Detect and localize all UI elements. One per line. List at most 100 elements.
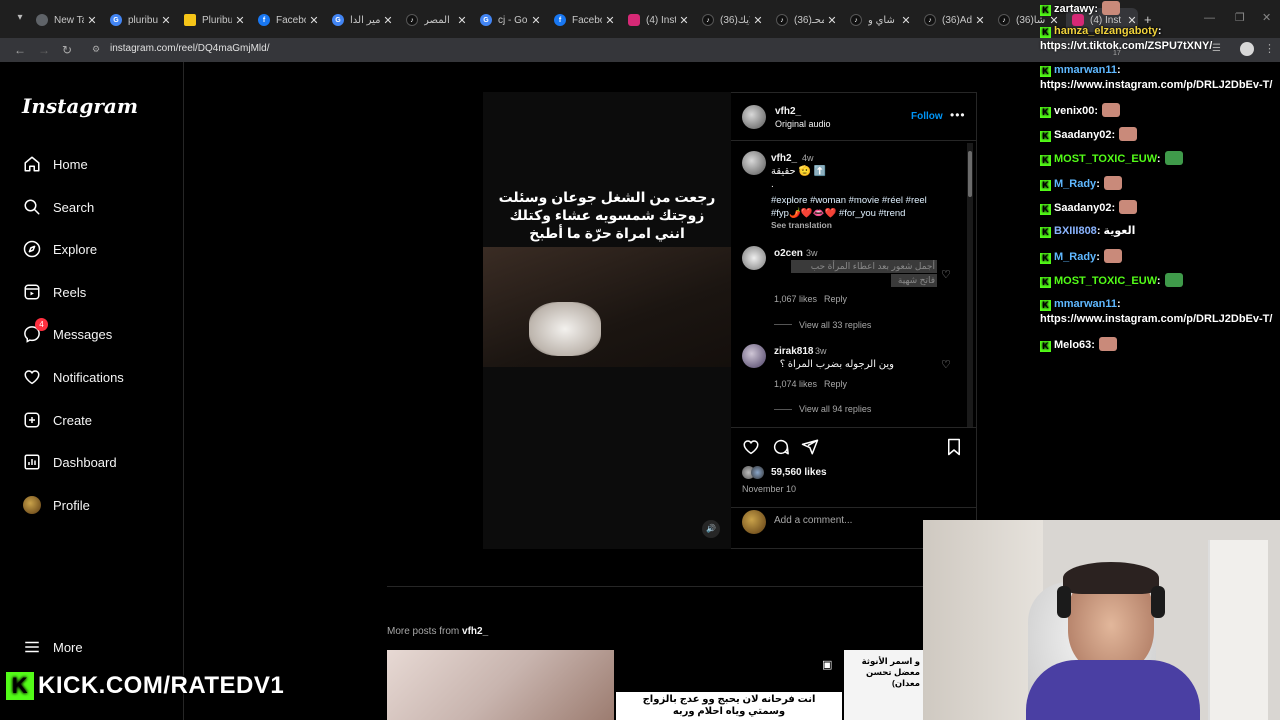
hashtag-line[interactable]: #explore #woman #movie #réel #reel — [771, 194, 971, 207]
browser-tab[interactable]: Pluribu ✕ — [184, 8, 246, 32]
reload-icon[interactable]: ↻ — [59, 42, 75, 58]
author-avatar[interactable] — [742, 105, 766, 129]
browser-tab[interactable]: ♪ (36)Adi ✕ — [924, 8, 986, 32]
comment-text: وين الرجوله بضرب المراة ؟ — [779, 359, 894, 370]
like-icon[interactable] — [742, 438, 760, 461]
see-translation-link[interactable]: See translation — [771, 220, 832, 230]
browser-menu-icon[interactable]: ⋮ — [1264, 42, 1275, 55]
comment-like-icon[interactable]: ♡ — [941, 268, 951, 281]
chat-message: K BXIII808: العوية — [1040, 224, 1135, 238]
comment-username[interactable]: o2cen — [774, 248, 803, 259]
nav-profile[interactable]: Profile — [22, 493, 90, 517]
comment-avatar[interactable] — [742, 246, 766, 270]
comment-likes[interactable]: 1,067 likes — [774, 294, 817, 304]
nav-dashboard[interactable]: Dashboard — [22, 450, 117, 474]
close-tab-icon[interactable]: ✕ — [86, 14, 98, 27]
nav-messages[interactable]: 4 Messages — [22, 318, 112, 346]
post-thumbnail[interactable] — [387, 650, 614, 720]
hashtag-line[interactable]: #fyp🌶️❤️👄❤️ #for_you #trend — [771, 207, 971, 220]
reply-button[interactable]: Reply — [824, 294, 847, 304]
close-tab-icon[interactable]: ✕ — [234, 14, 246, 27]
add-comment-input[interactable]: Add a comment... — [774, 515, 852, 526]
reply-button[interactable]: Reply — [824, 379, 847, 389]
tiktok-icon: ♪ — [776, 14, 788, 26]
nav-home[interactable]: Home — [22, 152, 88, 176]
more-options-icon[interactable]: ••• — [950, 108, 966, 122]
my-avatar — [742, 510, 766, 534]
browser-tab[interactable]: G cj - Go ✕ — [480, 8, 542, 32]
mute-button[interactable]: 🔊 — [702, 520, 720, 538]
nav-explore[interactable]: Explore — [22, 237, 97, 261]
minimize-button[interactable]: — — [1204, 12, 1215, 24]
close-tab-icon[interactable]: ✕ — [456, 14, 468, 27]
chat-text: : — [1111, 202, 1116, 214]
facebook-icon: f — [554, 14, 566, 26]
browser-tab[interactable]: ♪ (36)لايك ✕ — [702, 8, 764, 32]
profile-avatar-icon[interactable] — [1240, 42, 1254, 56]
browser-tab[interactable]: (4) Inst ✕ — [628, 8, 690, 32]
share-icon[interactable] — [801, 438, 819, 461]
post-thumbnail[interactable]: و اسمر الأنوثة معضل تحسن معدان) — [844, 650, 923, 720]
divider — [387, 586, 977, 587]
author-username[interactable]: vfh2_ — [775, 106, 801, 117]
nav-create[interactable]: Create — [22, 408, 92, 432]
emote-icon — [1119, 200, 1138, 214]
browser-tab[interactable]: ♪ المصر ✕ — [406, 8, 468, 32]
close-tab-icon[interactable]: ✕ — [530, 14, 542, 27]
forward-icon[interactable]: → — [36, 42, 52, 58]
thumbnail-text: و اسمر الأنوثة معضل تحسن معدان) — [861, 656, 920, 688]
more-posts-user[interactable]: vfh2_ — [462, 626, 488, 637]
close-tab-icon[interactable]: ✕ — [604, 14, 616, 27]
close-tab-icon[interactable]: ✕ — [308, 14, 320, 27]
view-replies-button[interactable]: View all 94 replies — [799, 404, 871, 414]
browser-tab[interactable]: G امير الدا ✕ — [332, 8, 394, 32]
nav-more[interactable]: More — [22, 635, 83, 659]
caption-avatar[interactable] — [742, 151, 766, 175]
post-thumbnail[interactable]: ▣ انت فرحانه لان يحبج وو عدج بالزواج وسم… — [616, 650, 842, 720]
liker-avatar[interactable] — [751, 466, 764, 479]
close-tab-icon[interactable]: ✕ — [826, 14, 838, 27]
browser-tab[interactable]: ♪ (36)محـ ✕ — [776, 8, 838, 32]
kick-badge-icon: K — [1040, 341, 1051, 352]
video-subject — [529, 302, 601, 356]
close-tab-icon[interactable]: ✕ — [974, 14, 986, 27]
url-field[interactable]: instagram.com/reel/DQ4maGmjMld/ — [110, 43, 269, 54]
close-tab-icon[interactable]: ✕ — [678, 14, 690, 27]
close-tab-icon[interactable]: ✕ — [160, 14, 172, 27]
browser-tab[interactable]: ♪ شاي و ✕ — [850, 8, 912, 32]
original-audio-link[interactable]: Original audio — [775, 119, 831, 129]
browser-tab[interactable]: G pluribu ✕ — [110, 8, 172, 32]
chat-text: : — [1094, 3, 1099, 15]
follow-button[interactable]: Follow — [911, 111, 943, 122]
comment-icon[interactable] — [772, 438, 790, 461]
screen: ▾ New Ta ✕ G pluribu ✕ Pluribu ✕ f Faceb… — [0, 0, 1280, 720]
scrollbar-thumb[interactable] — [968, 151, 972, 197]
reel-video[interactable]: رجعت من الشغل جوعان وسئلت زوجتك شمسويه ع… — [483, 92, 731, 549]
site-info-icon[interactable]: ⚙ — [92, 44, 102, 56]
comment-avatar[interactable] — [742, 344, 766, 368]
more-posts-heading: More posts from vfh2_ — [387, 626, 488, 637]
comment-username[interactable]: zirak818 — [774, 346, 813, 357]
extensions-icon[interactable]: ☰ — [1212, 43, 1221, 54]
nav-search[interactable]: Search — [22, 195, 94, 219]
comment-like-icon[interactable]: ♡ — [941, 358, 951, 371]
browser-tab[interactable]: f Facebo ✕ — [258, 8, 320, 32]
comment-likes[interactable]: 1,074 likes — [774, 379, 817, 389]
nav-notifications[interactable]: Notifications — [22, 365, 124, 389]
close-tab-icon[interactable]: ✕ — [382, 14, 394, 27]
tab-search-icon[interactable]: ▾ — [12, 12, 28, 26]
maximize-button[interactable]: ❐ — [1235, 11, 1245, 24]
kick-badge-icon: K — [1040, 5, 1051, 16]
browser-tab[interactable]: New Ta ✕ — [36, 8, 98, 32]
back-icon[interactable]: ← — [12, 42, 28, 58]
browser-tab[interactable]: f Facebo ✕ — [554, 8, 616, 32]
view-replies-button[interactable]: View all 33 replies — [799, 320, 871, 330]
close-tab-icon[interactable]: ✕ — [900, 14, 912, 27]
bookmark-icon[interactable] — [946, 438, 962, 461]
nav-reels[interactable]: Reels — [22, 280, 86, 304]
instagram-logo[interactable]: Instagram — [22, 94, 138, 118]
close-tab-icon[interactable]: ✕ — [752, 14, 764, 27]
likes-count[interactable]: 59,560 likes — [771, 467, 827, 478]
close-window-button[interactable]: ✕ — [1262, 11, 1271, 24]
caption-username[interactable]: vfh2_ — [771, 153, 797, 164]
